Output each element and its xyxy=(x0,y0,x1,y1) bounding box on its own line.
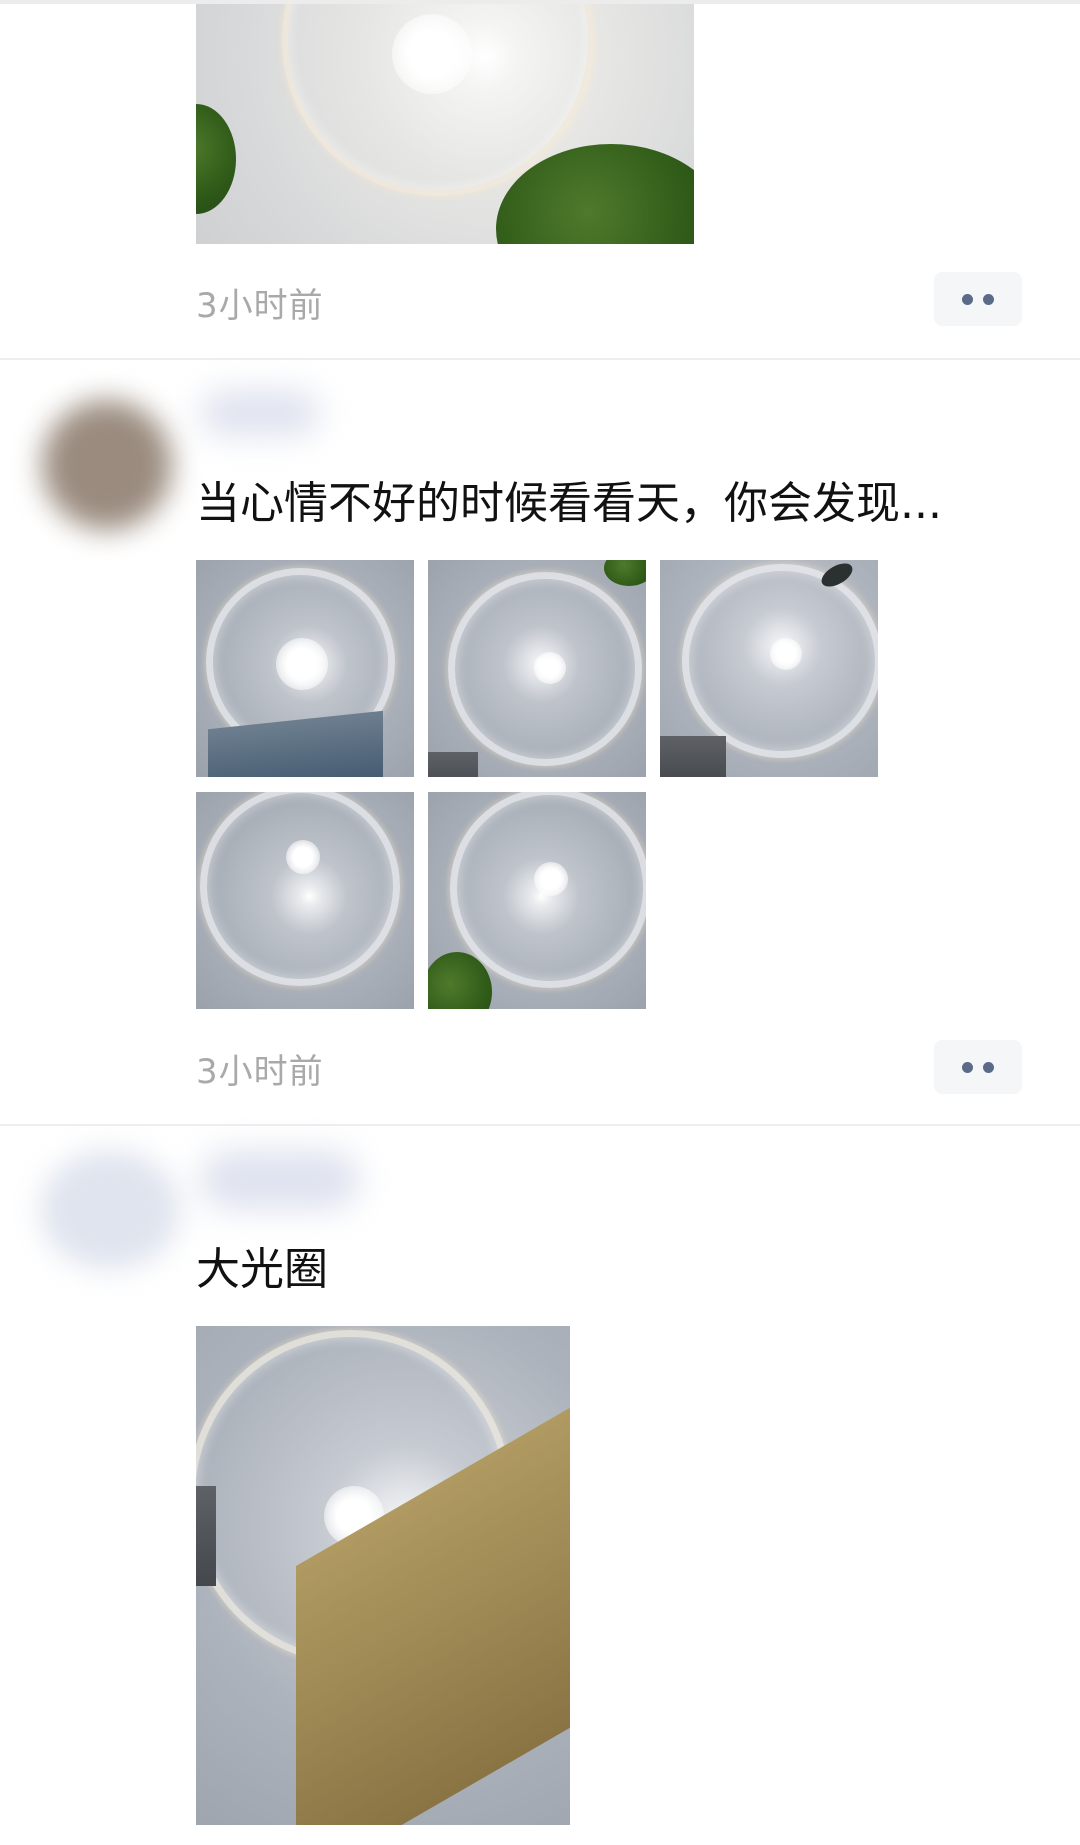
user-name[interactable] xyxy=(200,390,320,436)
grid-photo-1[interactable] xyxy=(196,560,414,777)
sun xyxy=(534,862,568,896)
grid-photo-5[interactable] xyxy=(428,792,646,1009)
tree xyxy=(196,104,236,214)
grid-photo-4[interactable] xyxy=(196,792,414,1009)
post-photo[interactable] xyxy=(196,1326,570,1825)
sun xyxy=(392,14,472,94)
halo-ring xyxy=(200,792,400,986)
post-text: 当心情不好的时候看看天，你会发现... xyxy=(196,478,942,529)
sun xyxy=(286,840,320,874)
more-dots-icon xyxy=(962,1061,973,1073)
tree xyxy=(604,560,646,586)
building xyxy=(196,1486,216,1586)
building xyxy=(660,736,726,777)
sun xyxy=(770,638,802,670)
building xyxy=(428,752,478,777)
avatar[interactable] xyxy=(42,400,172,530)
post-timestamp: 3小时前 xyxy=(196,286,324,326)
more-button[interactable] xyxy=(934,1040,1022,1094)
sun xyxy=(276,638,328,690)
post-divider xyxy=(0,358,1080,360)
more-button[interactable] xyxy=(934,272,1022,326)
post-text: 大光圈 xyxy=(196,1244,328,1295)
more-dots-icon xyxy=(983,1061,994,1073)
user-name[interactable] xyxy=(200,1150,360,1210)
avatar[interactable] xyxy=(40,1150,180,1270)
post-divider xyxy=(0,1124,1080,1126)
more-dots-icon xyxy=(983,293,994,305)
more-dots-icon xyxy=(962,293,973,305)
sun xyxy=(534,652,566,684)
grid-photo-2[interactable] xyxy=(428,560,646,777)
post-photo[interactable] xyxy=(196,4,694,244)
grid-photo-3[interactable] xyxy=(660,560,878,777)
post-timestamp: 3小时前 xyxy=(196,1052,324,1092)
